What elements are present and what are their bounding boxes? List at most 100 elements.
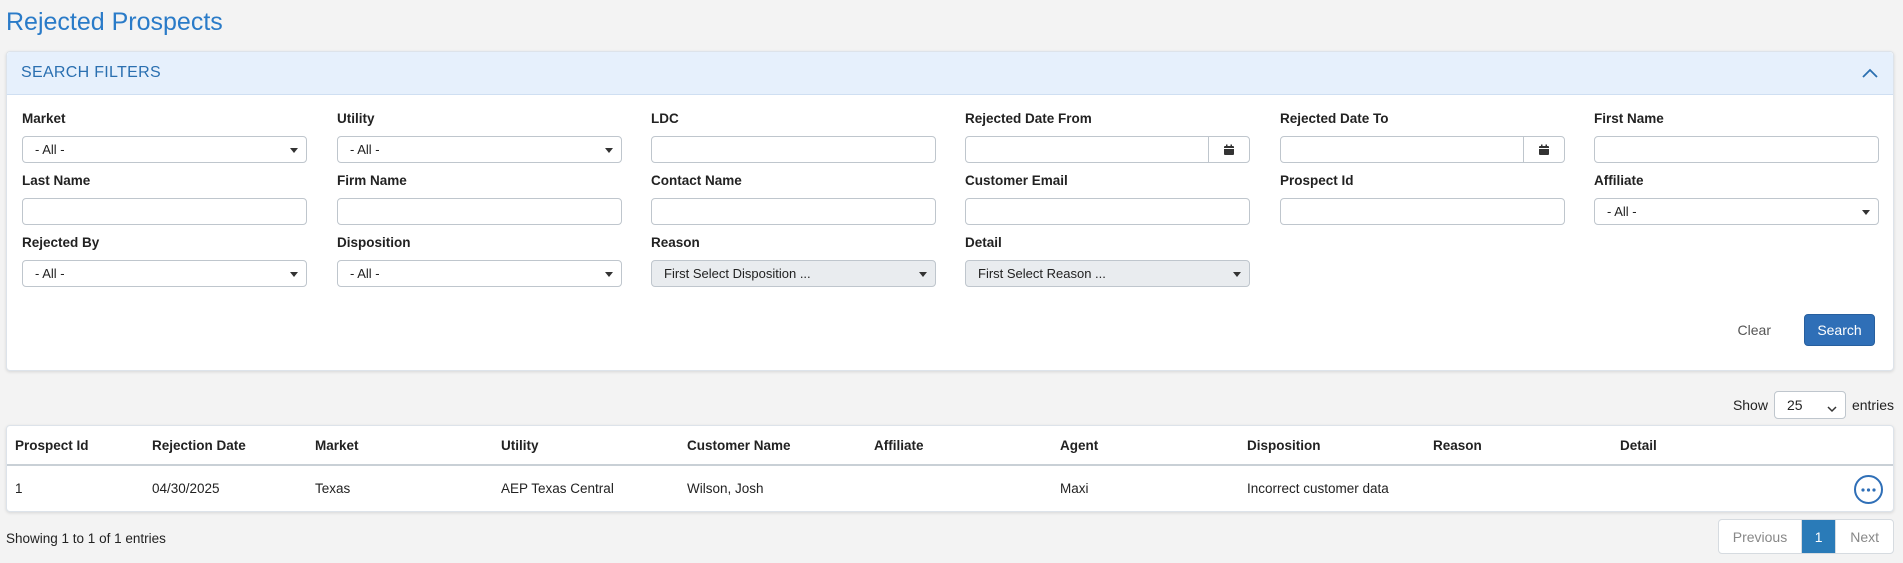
search-filters-title: SEARCH FILTERS (21, 64, 161, 81)
rejected-date-to-input[interactable] (1281, 137, 1524, 162)
col-reason[interactable]: Reason (1433, 426, 1482, 464)
ldc-input-wrap (651, 136, 936, 163)
firm-name-label: Firm Name (337, 173, 407, 188)
detail-field: Detail First Select Reason ... (965, 234, 1250, 287)
affiliate-select[interactable]: - All - (1594, 198, 1879, 225)
chevron-down-icon (1827, 400, 1837, 416)
first-name-wrap (1594, 136, 1879, 163)
detail-select[interactable]: First Select Reason ... (965, 260, 1250, 287)
chevron-up-icon[interactable] (1861, 64, 1879, 82)
rejected-date-from-wrap (965, 136, 1250, 163)
rejected-by-label: Rejected By (22, 235, 100, 250)
cell-agent: Maxi (1060, 481, 1089, 496)
contact-name-wrap (651, 198, 936, 225)
cell-rejection-date: 04/30/2025 (152, 481, 220, 496)
caret-down-icon (290, 148, 298, 153)
affiliate-label: Affiliate (1594, 173, 1644, 188)
utility-select[interactable]: - All - (337, 136, 622, 163)
market-select-value: - All - (35, 142, 65, 157)
filters-form: Market - All - Utility - All - LDC Rejec… (7, 95, 1893, 335)
ldc-field: LDC (651, 110, 936, 163)
prospect-id-label: Prospect Id (1280, 173, 1354, 188)
prospect-id-input[interactable] (1281, 199, 1564, 224)
col-customer-name[interactable]: Customer Name (687, 426, 791, 464)
col-utility[interactable]: Utility (501, 426, 539, 464)
last-name-input[interactable] (23, 199, 306, 224)
first-name-field: First Name (1594, 110, 1879, 163)
firm-name-input[interactable] (338, 199, 621, 224)
next-button[interactable]: Next (1835, 520, 1893, 553)
cell-customer-name: Wilson, Josh (687, 481, 764, 496)
first-name-label: First Name (1594, 111, 1664, 126)
rejected-date-from-input[interactable] (966, 137, 1209, 162)
cell-utility: AEP Texas Central (501, 481, 614, 496)
clear-button[interactable]: Clear (1738, 314, 1771, 346)
disposition-field: Disposition - All - (337, 234, 622, 287)
ldc-label: LDC (651, 111, 679, 126)
col-rejection-date[interactable]: Rejection Date (152, 426, 246, 464)
first-name-input[interactable] (1595, 137, 1878, 162)
rejected-date-to-field: Rejected Date To (1280, 110, 1565, 163)
rejected-by-select[interactable]: - All - (22, 260, 307, 287)
last-name-field: Last Name (22, 172, 307, 225)
utility-label: Utility (337, 111, 375, 126)
contact-name-field: Contact Name (651, 172, 936, 225)
rejected-date-from-label: Rejected Date From (965, 111, 1092, 126)
contact-name-label: Contact Name (651, 173, 742, 188)
results-table: Prospect Id Rejection Date Market Utilit… (6, 425, 1894, 512)
calendar-icon[interactable] (1208, 137, 1249, 162)
market-select[interactable]: - All - (22, 136, 307, 163)
reason-select[interactable]: First Select Disposition ... (651, 260, 936, 287)
caret-down-icon (1233, 272, 1241, 277)
rejected-date-from-field: Rejected Date From (965, 110, 1250, 163)
utility-field: Utility - All - (337, 110, 622, 163)
cell-prospect-id: 1 (15, 481, 23, 496)
search-button[interactable]: Search (1804, 314, 1875, 346)
caret-down-icon (605, 272, 613, 277)
detail-select-value: First Select Reason ... (978, 266, 1106, 281)
pagination: Previous 1 Next (1717, 519, 1894, 554)
customer-email-input[interactable] (966, 199, 1249, 224)
rejected-by-field: Rejected By - All - (22, 234, 307, 287)
show-entries: Show 25 entries (1733, 391, 1894, 419)
prospect-id-field: Prospect Id (1280, 172, 1565, 225)
customer-email-label: Customer Email (965, 173, 1068, 188)
rejected-date-to-label: Rejected Date To (1280, 111, 1389, 126)
col-prospect-id[interactable]: Prospect Id (15, 426, 89, 464)
col-detail[interactable]: Detail (1620, 426, 1657, 464)
reason-label: Reason (651, 235, 700, 250)
customer-email-wrap (965, 198, 1250, 225)
contact-name-input[interactable] (652, 199, 935, 224)
rejected-date-to-wrap (1280, 136, 1565, 163)
table-header-row: Prospect Id Rejection Date Market Utilit… (7, 426, 1893, 466)
caret-down-icon (1862, 210, 1870, 215)
col-market[interactable]: Market (315, 426, 359, 464)
firm-name-wrap (337, 198, 622, 225)
col-agent[interactable]: Agent (1060, 426, 1098, 464)
last-name-label: Last Name (22, 173, 91, 188)
disposition-select-value: - All - (350, 266, 380, 281)
page-1-button[interactable]: 1 (1801, 520, 1836, 553)
search-filters-header[interactable]: SEARCH FILTERS (7, 52, 1893, 95)
reason-field: Reason First Select Disposition ... (651, 234, 936, 287)
ldc-input[interactable] (652, 137, 935, 162)
prospect-id-wrap (1280, 198, 1565, 225)
disposition-select[interactable]: - All - (337, 260, 622, 287)
market-label: Market (22, 111, 66, 126)
calendar-icon[interactable] (1523, 137, 1564, 162)
caret-down-icon (605, 148, 613, 153)
market-field: Market - All - (22, 110, 307, 163)
col-affiliate[interactable]: Affiliate (874, 426, 924, 464)
affiliate-field: Affiliate - All - (1594, 172, 1879, 225)
table-row: 1 04/30/2025 Texas AEP Texas Central Wil… (7, 466, 1893, 511)
utility-select-value: - All - (350, 142, 380, 157)
last-name-wrap (22, 198, 307, 225)
cell-market: Texas (315, 481, 351, 496)
ellipsis-icon[interactable] (1854, 475, 1883, 504)
entries-select[interactable]: 25 (1773, 391, 1846, 419)
showing-info: Showing 1 to 1 of 1 entries (6, 531, 166, 546)
col-disposition[interactable]: Disposition (1247, 426, 1321, 464)
previous-button[interactable]: Previous (1719, 520, 1801, 553)
disposition-label: Disposition (337, 235, 411, 250)
page-title: Rejected Prospects (6, 8, 223, 36)
